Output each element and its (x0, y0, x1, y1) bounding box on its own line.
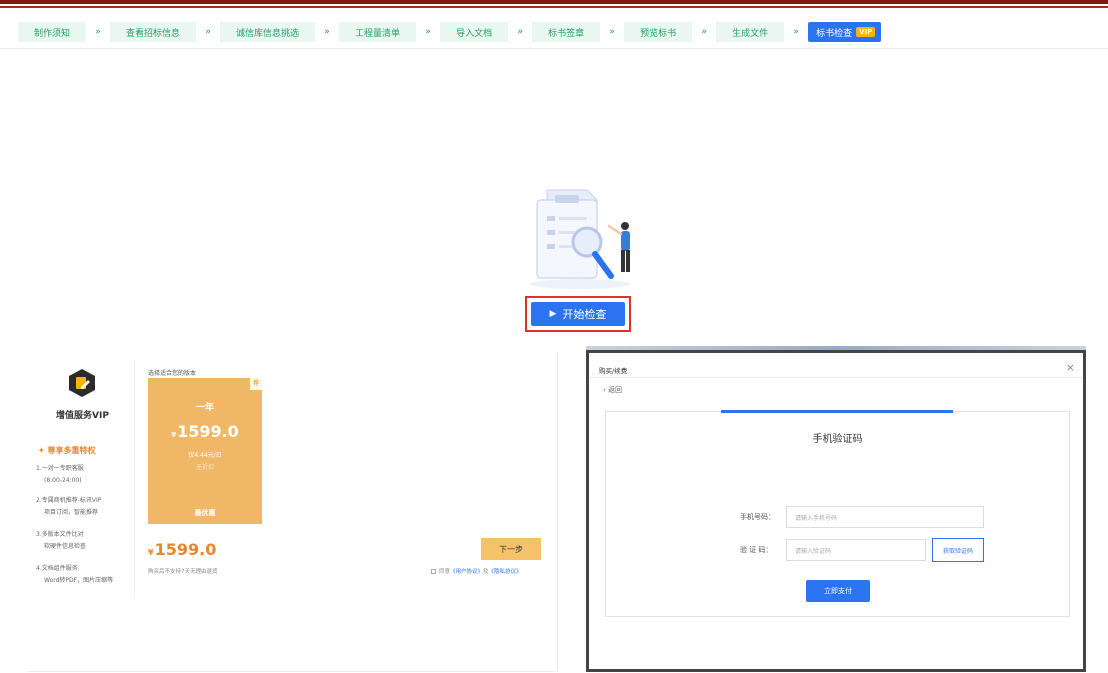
plan-discount: 无折扣 (195, 464, 214, 471)
step-arrow-icon: » (609, 27, 615, 37)
document-check-illustration-icon (530, 189, 630, 289)
verification-heading: 手机验证码 (812, 434, 863, 445)
next-step-button[interactable]: 下一步 (481, 538, 541, 560)
code-label: 验 证 码： (740, 546, 773, 554)
pay-now-button[interactable]: 立即支付 (806, 580, 870, 602)
vip-edit-logo-icon (69, 369, 95, 397)
step-bill-of-quantities[interactable]: 工程量清单 (339, 22, 417, 42)
agreement-row: 同意 《用户协议》 及 《隐私协议》 (431, 567, 522, 575)
dialog-divider (589, 377, 1083, 378)
total-price: ¥1599.0 (148, 540, 216, 559)
start-check-button[interactable]: ▶ 开始检查 (531, 302, 625, 326)
vip-right-item: 项目订阅，智能推荐 (44, 509, 99, 516)
step-nav: 制作须知 » 查看招标信息 » 诚信库信息挑选 » 工程量清单 » 导入文档 »… (18, 22, 882, 42)
phone-input[interactable]: 请输入手机号码 (786, 506, 984, 528)
top-border-dark (0, 0, 1108, 4)
dialog-title: 购买/续费 (599, 367, 628, 375)
play-icon: ▶ (549, 309, 557, 319)
plan-best-label: 最优惠 (194, 509, 216, 517)
vip-sidebar: 增值服务VIP ✦ 尊享多重特权 1.一对一专职客服 (8:00-24:00) … (30, 360, 135, 598)
step-view-tender[interactable]: 查看招标信息 (110, 22, 197, 42)
recommend-tag: 荐 (250, 378, 262, 390)
start-check-label: 开始检查 (562, 308, 607, 321)
privacy-agreement-link[interactable]: 《隐私协议》 (489, 567, 522, 575)
refund-note: 购买后不支持7天无理由退货 (148, 569, 218, 575)
plan-price: ¥1599.0 (148, 422, 262, 441)
vip-rights-title: ✦ 尊享多重特权 (38, 445, 96, 456)
currency-symbol: ¥ (171, 431, 177, 439)
vip-right-item: 2.专属商机推荐-标讯VIP (36, 497, 102, 504)
close-icon[interactable]: × (1066, 361, 1075, 374)
vip-right-item: 软硬件信息检查 (44, 543, 87, 550)
step-preview[interactable]: 预览标书 (624, 22, 693, 42)
vip-badge: VIP (856, 27, 876, 37)
agree-checkbox[interactable] (431, 568, 436, 574)
vip-rights-title-text: 尊享多重特权 (47, 446, 96, 455)
step-instructions[interactable]: 制作须知 (18, 22, 87, 42)
code-input[interactable]: 请输入验证码 (786, 539, 926, 561)
vip-right-item: 4.文档组件服务 (36, 565, 78, 572)
currency-symbol: ¥ (148, 548, 154, 557)
step-arrow-icon: » (95, 27, 101, 37)
top-border (0, 0, 1108, 10)
vip-right-item: (8:00-24:00) (44, 477, 82, 484)
step-arrow-icon: » (793, 27, 799, 37)
back-link[interactable]: ‹ 返回 (603, 385, 622, 395)
step-generate[interactable]: 生成文件 (716, 22, 785, 42)
start-check-highlight: ▶ 开始检查 (525, 296, 631, 332)
plan-daily-price: 仅4.44元/日 (188, 452, 222, 459)
vip-right-item: Word转PDF，图片压缩等 (44, 577, 114, 584)
step-check[interactable]: 标书检查 VIP (808, 22, 882, 42)
step-arrow-icon: » (425, 27, 431, 37)
step-check-label: 标书检查 (816, 28, 853, 39)
plan-name: 一年 (195, 403, 214, 413)
vip-right-item: 3.多版本文件比对 (36, 531, 84, 538)
user-agreement-link[interactable]: 《用户协议》 (450, 567, 483, 575)
step-arrow-icon: » (517, 27, 523, 37)
agree-prefix: 同意 (439, 569, 451, 575)
phone-label: 手机号码： (740, 513, 775, 521)
step-arrow-icon: » (324, 27, 330, 37)
step-arrow-icon: » (701, 27, 707, 37)
vip-right-item: 1.一对一专职客服 (36, 465, 84, 472)
step-signature[interactable]: 标书签章 (532, 22, 601, 42)
step-credit-select[interactable]: 诚信库信息挑选 (220, 22, 316, 42)
vip-name: 增值服务VIP (56, 411, 109, 421)
plan-card-one-year[interactable]: 荐 一年 ¥1599.0 仅4.44元/日 无折扣 最优惠 (148, 378, 262, 524)
total-price-value: 1599.0 (154, 540, 217, 559)
step-import-docs[interactable]: 导入文档 (440, 22, 509, 42)
plan-price-value: 1599.0 (177, 422, 239, 441)
step-arrow-icon: » (205, 27, 211, 37)
get-code-button[interactable]: 获取验证码 (932, 538, 984, 562)
top-border-red (0, 6, 1108, 8)
purchase-dialog: 购买/续费 × ‹ 返回 手机验证码 手机号码： 请输入手机号码 验 证 码： … (586, 350, 1086, 672)
crown-icon: ✦ (38, 446, 45, 455)
progress-bar (721, 410, 953, 413)
plan-select-label: 选择适合您的版本 (148, 370, 197, 377)
divider (0, 48, 1108, 49)
verification-box: 手机验证码 手机号码： 请输入手机号码 验 证 码： 请输入验证码 获取验证码 … (605, 410, 1070, 617)
